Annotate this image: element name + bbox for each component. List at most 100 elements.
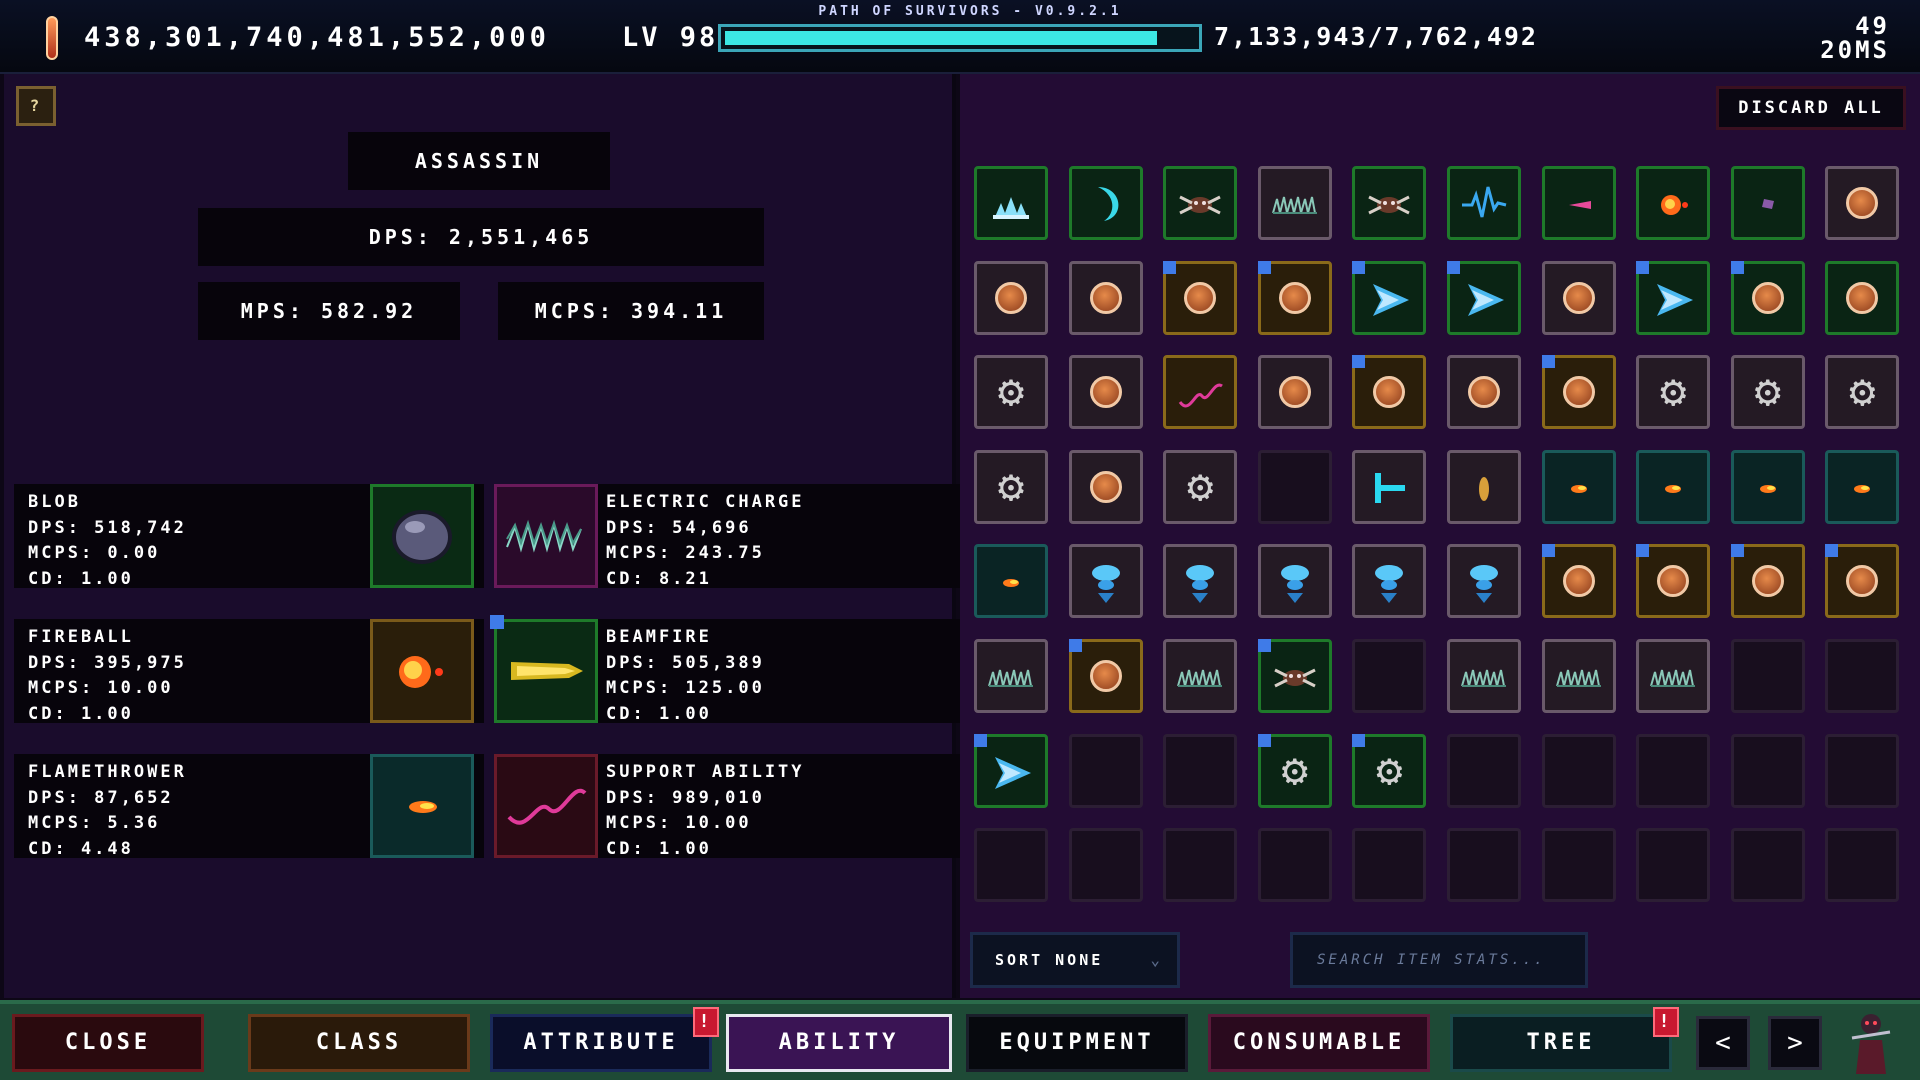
ability-card-blob[interactable]: BLOB DPS: 518,742 MCPS: 0.00 CD: 1.00 <box>14 484 484 589</box>
empty-inventory-slot[interactable] <box>1068 828 1143 903</box>
tab-close[interactable]: CLOSE <box>12 1014 204 1072</box>
empty-inventory-slot[interactable] <box>1447 828 1521 903</box>
tab-equipment[interactable]: EQUIPMENT <box>966 1014 1188 1072</box>
inventory-slot[interactable] <box>1825 544 1900 619</box>
inventory-slot[interactable] <box>974 639 1048 713</box>
inventory-slot[interactable]: ⚙ <box>1257 733 1332 808</box>
empty-inventory-slot[interactable] <box>1825 828 1900 903</box>
empty-inventory-slot[interactable] <box>1541 828 1616 903</box>
inventory-slot[interactable] <box>1068 544 1143 619</box>
inventory-slot[interactable]: ⚙ <box>1636 355 1711 430</box>
inventory-slot[interactable] <box>1163 639 1238 713</box>
inventory-slot[interactable] <box>1447 544 1521 619</box>
empty-inventory-slot[interactable] <box>1541 733 1616 808</box>
ability-card-fireball[interactable]: FIREBALL DPS: 395,975 MCPS: 10.00 CD: 1.… <box>14 619 484 724</box>
empty-inventory-slot[interactable] <box>1257 449 1332 524</box>
inventory-slot[interactable] <box>1636 260 1711 335</box>
inventory-slot[interactable] <box>1257 544 1332 619</box>
ability-card-electric-charge[interactable]: ELECTRIC CHARGE DPS: 54,696 MCPS: 243.75… <box>494 484 964 589</box>
inventory-slot[interactable] <box>1825 449 1900 524</box>
inventory-slot[interactable] <box>1636 166 1711 240</box>
inventory-slot[interactable] <box>1447 166 1521 240</box>
inventory-slot[interactable]: ⚙ <box>1352 733 1427 808</box>
support-ability-slot[interactable] <box>494 754 598 858</box>
inventory-slot[interactable] <box>1163 260 1238 335</box>
inventory-slot[interactable] <box>1068 639 1143 713</box>
inventory-slot[interactable] <box>974 166 1048 240</box>
inventory-slot[interactable]: ⚙ <box>1825 355 1900 430</box>
inventory-slot[interactable] <box>1068 260 1143 335</box>
inventory-slot[interactable] <box>1163 544 1238 619</box>
inventory-slot[interactable] <box>1825 260 1900 335</box>
inventory-slot[interactable] <box>1447 260 1521 335</box>
empty-inventory-slot[interactable] <box>1730 733 1805 808</box>
inventory-slot[interactable] <box>1541 544 1616 619</box>
empty-inventory-slot[interactable] <box>1636 733 1711 808</box>
search-item-stats-input[interactable] <box>1290 932 1588 988</box>
flamethrower-ability-slot[interactable] <box>370 754 474 858</box>
inventory-slot[interactable] <box>1447 355 1521 430</box>
empty-inventory-slot[interactable] <box>1163 828 1238 903</box>
next-button[interactable]: > <box>1768 1016 1822 1070</box>
inventory-slot[interactable] <box>1730 260 1805 335</box>
inventory-slot[interactable] <box>1068 449 1143 524</box>
inventory-slot[interactable] <box>1352 260 1427 335</box>
inventory-slot[interactable] <box>974 733 1048 808</box>
inventory-slot[interactable]: ⚙ <box>974 449 1048 524</box>
ability-card-flamethrower[interactable]: FLAMETHROWER DPS: 87,652 MCPS: 5.36 CD: … <box>14 754 484 859</box>
inventory-slot[interactable] <box>1352 355 1427 430</box>
ability-card-support-ability[interactable]: SUPPORT ABILITY DPS: 989,010 MCPS: 10.00… <box>494 754 964 859</box>
discard-all-button[interactable]: DISCARD ALL <box>1716 86 1906 130</box>
help-button[interactable]: ? <box>16 86 56 126</box>
inventory-slot[interactable] <box>1636 639 1711 713</box>
inventory-slot[interactable] <box>1730 449 1805 524</box>
tab-tree[interactable]: TREE! <box>1450 1007 1679 1072</box>
inventory-slot[interactable] <box>1636 449 1711 524</box>
inventory-slot[interactable] <box>1447 449 1521 524</box>
empty-inventory-slot[interactable] <box>1352 828 1427 903</box>
empty-inventory-slot[interactable] <box>1730 639 1805 713</box>
empty-inventory-slot[interactable] <box>974 828 1048 903</box>
inventory-slot[interactable] <box>1068 355 1143 430</box>
tab-attribute[interactable]: ATTRIBUTE! <box>490 1007 719 1072</box>
empty-inventory-slot[interactable] <box>1257 828 1332 903</box>
inventory-slot[interactable] <box>1257 639 1332 713</box>
empty-inventory-slot[interactable] <box>1068 733 1143 808</box>
inventory-slot[interactable] <box>1068 166 1143 240</box>
inventory-slot[interactable] <box>1352 166 1427 240</box>
inventory-slot[interactable] <box>1163 166 1238 240</box>
inventory-slot[interactable]: ⚙ <box>974 355 1048 430</box>
inventory-slot[interactable] <box>1541 260 1616 335</box>
tab-consumable[interactable]: CONSUMABLE <box>1208 1014 1430 1072</box>
inventory-slot[interactable] <box>1352 544 1427 619</box>
inventory-slot[interactable] <box>1352 449 1427 524</box>
tab-ability[interactable]: ABILITY <box>726 1014 952 1072</box>
empty-inventory-slot[interactable] <box>1825 733 1900 808</box>
inventory-slot[interactable] <box>1541 166 1616 240</box>
inventory-slot[interactable]: ⚙ <box>1730 355 1805 430</box>
inventory-slot[interactable] <box>1730 544 1805 619</box>
beamfire-ability-slot[interactable] <box>494 619 598 723</box>
inventory-slot[interactable] <box>1636 544 1711 619</box>
empty-inventory-slot[interactable] <box>1352 639 1427 713</box>
fireball-ability-slot[interactable] <box>370 619 474 723</box>
empty-inventory-slot[interactable] <box>1163 733 1238 808</box>
inventory-slot[interactable] <box>1257 166 1332 240</box>
empty-inventory-slot[interactable] <box>1636 828 1711 903</box>
electric-charge-ability-slot[interactable] <box>494 484 598 588</box>
inventory-slot[interactable] <box>1730 166 1805 240</box>
inventory-slot[interactable] <box>1541 355 1616 430</box>
empty-inventory-slot[interactable] <box>1825 639 1900 713</box>
inventory-slot[interactable] <box>1825 166 1900 240</box>
empty-inventory-slot[interactable] <box>1730 828 1805 903</box>
ability-card-beamfire[interactable]: BEAMFIRE DPS: 505,389 MCPS: 125.00 CD: 1… <box>490 615 964 724</box>
tab-class[interactable]: CLASS <box>248 1014 470 1072</box>
inventory-slot[interactable]: ⚙ <box>1163 449 1238 524</box>
previous-button[interactable]: < <box>1696 1016 1750 1070</box>
inventory-slot[interactable] <box>1257 260 1332 335</box>
inventory-slot[interactable] <box>1257 355 1332 430</box>
inventory-slot[interactable] <box>1163 355 1238 430</box>
blob-ability-slot[interactable] <box>370 484 474 588</box>
inventory-slot[interactable] <box>1541 449 1616 524</box>
inventory-slot[interactable] <box>1541 639 1616 713</box>
